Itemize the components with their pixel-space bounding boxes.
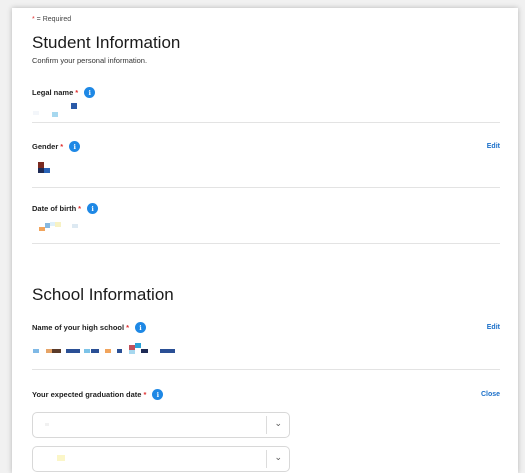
graduation-close-link[interactable]: Close <box>481 391 500 398</box>
legal-name-label: Legal name * i <box>32 87 96 98</box>
dob-label: Date of birth * i <box>32 203 99 214</box>
chevron-down-icon: ⌄ <box>274 418 282 428</box>
gender-label: Gender * i <box>32 141 81 152</box>
high-school-label: Name of your high school * i <box>32 322 147 333</box>
info-icon[interactable]: i <box>84 87 96 98</box>
info-icon[interactable]: i <box>152 389 164 400</box>
chevron-down-icon: ⌄ <box>274 452 282 462</box>
graduation-label: Your expected graduation date * i <box>32 389 164 400</box>
school-section-title: School Information <box>32 285 174 304</box>
required-note: * = Required <box>32 16 72 23</box>
form-card: * = Required Student Information Confirm… <box>12 8 518 473</box>
graduation-month-select[interactable]: ⌄ <box>32 412 290 438</box>
divider <box>32 243 500 244</box>
high-school-edit-link[interactable]: Edit <box>487 324 500 331</box>
divider <box>32 122 500 123</box>
info-icon[interactable]: i <box>69 141 81 152</box>
divider <box>32 187 500 188</box>
info-icon[interactable]: i <box>135 322 147 333</box>
student-section-subtitle: Confirm your personal information. <box>32 56 148 65</box>
info-icon[interactable]: i <box>87 203 99 214</box>
graduation-year-select[interactable]: ⌄ <box>32 446 290 472</box>
divider <box>32 369 500 370</box>
gender-edit-link[interactable]: Edit <box>487 143 500 150</box>
student-section-title: Student Information <box>32 33 181 52</box>
